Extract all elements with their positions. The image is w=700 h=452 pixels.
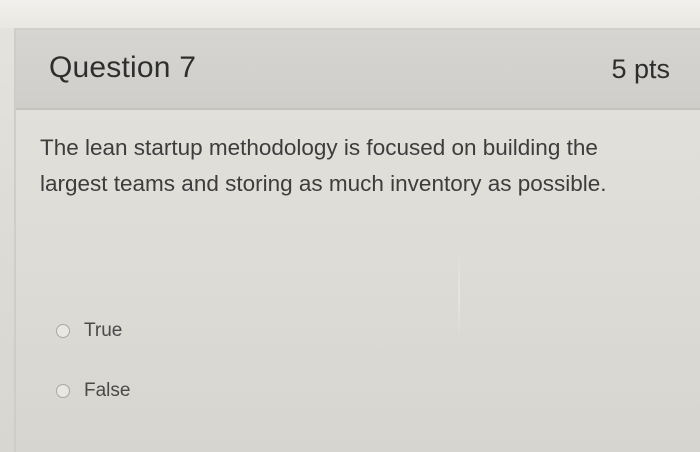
- radio-button-true[interactable]: [56, 324, 70, 338]
- page-background-top: [0, 0, 700, 28]
- question-header: Question 7 5 pts: [16, 30, 700, 110]
- answer-option-false[interactable]: False: [56, 380, 130, 402]
- radio-button-false[interactable]: [56, 384, 70, 398]
- question-points: 5 pts: [611, 54, 670, 84]
- screen-glare: [458, 250, 460, 340]
- question-title: Question 7: [49, 51, 197, 84]
- answer-option-true[interactable]: True: [56, 320, 122, 342]
- question-text: The lean startup methodology is focused …: [40, 135, 607, 196]
- answer-label-false: False: [84, 380, 131, 401]
- answer-label-true: True: [84, 320, 123, 341]
